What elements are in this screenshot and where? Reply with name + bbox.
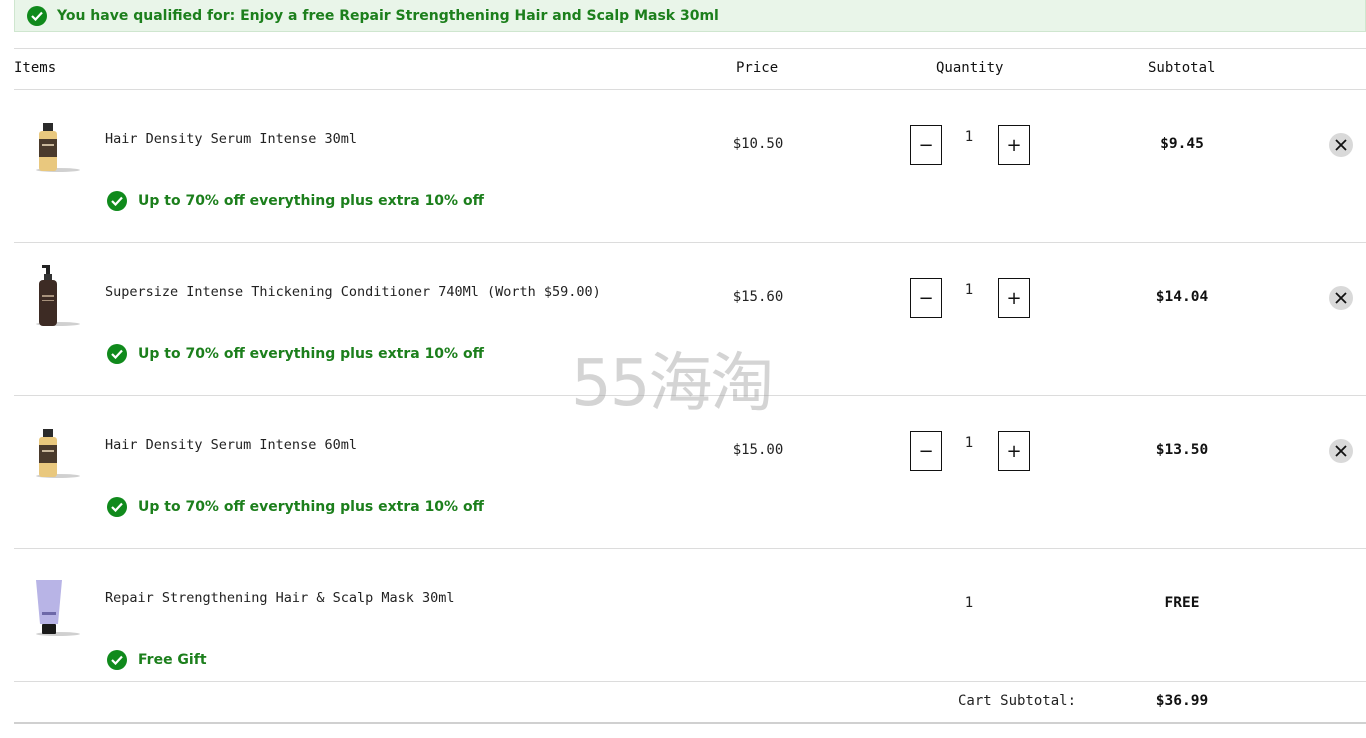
- item-subtotal: $9.45: [1160, 136, 1204, 152]
- divider: [14, 89, 1366, 90]
- serum-bottle-icon[interactable]: [22, 110, 80, 180]
- cart-subtotal-value: $36.99: [1155, 693, 1209, 709]
- promo-text: Up to 70% off everything plus extra 10% …: [138, 346, 484, 362]
- check-circle-icon: [107, 344, 127, 364]
- pump-bottle-icon[interactable]: [22, 262, 80, 332]
- divider: [14, 48, 1366, 49]
- item-price: $15.60: [732, 289, 784, 305]
- promo-label: Up to 70% off everything plus extra 10% …: [107, 344, 484, 364]
- quantity-value: 1: [964, 129, 974, 145]
- product-name[interactable]: Supersize Intense Thickening Conditioner…: [105, 284, 601, 300]
- promo-label: Up to 70% off everything plus extra 10% …: [107, 497, 484, 517]
- remove-item-button[interactable]: [1329, 133, 1353, 157]
- decrease-quantity-button[interactable]: −: [910, 278, 942, 318]
- remove-item-button[interactable]: [1329, 439, 1353, 463]
- item-subtotal: $14.04: [1155, 289, 1209, 305]
- decrease-quantity-button[interactable]: −: [910, 125, 942, 165]
- product-name[interactable]: Hair Density Serum Intense 30ml: [105, 131, 357, 147]
- header-quantity: Quantity: [936, 60, 1004, 76]
- divider: [14, 395, 1366, 396]
- increase-quantity-button[interactable]: +: [998, 278, 1030, 318]
- product-name[interactable]: Repair Strengthening Hair & Scalp Mask 3…: [105, 590, 455, 606]
- check-circle-icon: [107, 191, 127, 211]
- divider: [14, 681, 1366, 682]
- cart-subtotal-label: Cart Subtotal:: [958, 693, 1077, 709]
- header-subtotal: Subtotal: [1148, 60, 1216, 76]
- remove-item-button[interactable]: [1329, 286, 1353, 310]
- check-circle-icon: [107, 650, 127, 670]
- increase-quantity-button[interactable]: +: [998, 431, 1030, 471]
- item-subtotal: FREE: [1164, 595, 1200, 611]
- header-price: Price: [736, 60, 779, 76]
- close-icon: [1335, 292, 1347, 304]
- qualified-banner: You have qualified for: Enjoy a free Rep…: [14, 0, 1366, 32]
- product-name[interactable]: Hair Density Serum Intense 60ml: [105, 437, 357, 453]
- promo-text: Free Gift: [138, 652, 207, 668]
- watermark: 55海淘: [571, 347, 774, 421]
- divider: [14, 242, 1366, 243]
- promo-label: Free Gift: [107, 650, 207, 670]
- header-items: Items: [14, 60, 57, 76]
- divider: [14, 548, 1366, 549]
- promo-text: Up to 70% off everything plus extra 10% …: [138, 499, 484, 515]
- banner-text: You have qualified for: Enjoy a free Rep…: [57, 8, 719, 24]
- serum-bottle-icon[interactable]: [22, 416, 80, 486]
- quantity-value: 1: [964, 595, 974, 611]
- divider: [14, 722, 1366, 724]
- item-price: $15.00: [732, 442, 784, 458]
- item-subtotal: $13.50: [1155, 442, 1209, 458]
- item-price: $10.50: [732, 136, 784, 152]
- promo-label: Up to 70% off everything plus extra 10% …: [107, 191, 484, 211]
- tube-icon[interactable]: [22, 572, 80, 642]
- close-icon: [1335, 445, 1347, 457]
- check-circle-icon: [27, 6, 47, 26]
- quantity-value: 1: [964, 282, 974, 298]
- close-icon: [1335, 139, 1347, 151]
- decrease-quantity-button[interactable]: −: [910, 431, 942, 471]
- promo-text: Up to 70% off everything plus extra 10% …: [138, 193, 484, 209]
- quantity-value: 1: [964, 435, 974, 451]
- check-circle-icon: [107, 497, 127, 517]
- increase-quantity-button[interactable]: +: [998, 125, 1030, 165]
